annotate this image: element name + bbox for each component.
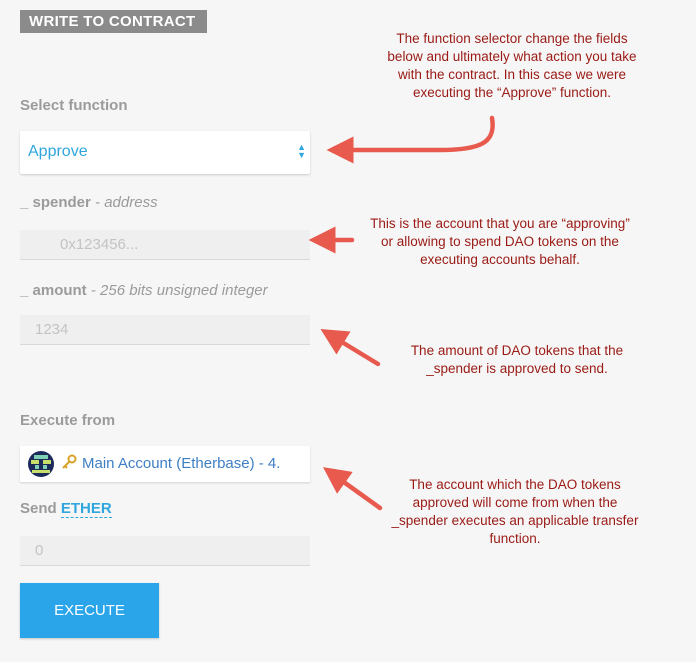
annotation-arrows — [308, 115, 495, 511]
arrow-icon — [320, 328, 381, 367]
arrow-icon — [323, 467, 383, 511]
arrow-icon — [326, 115, 495, 164]
